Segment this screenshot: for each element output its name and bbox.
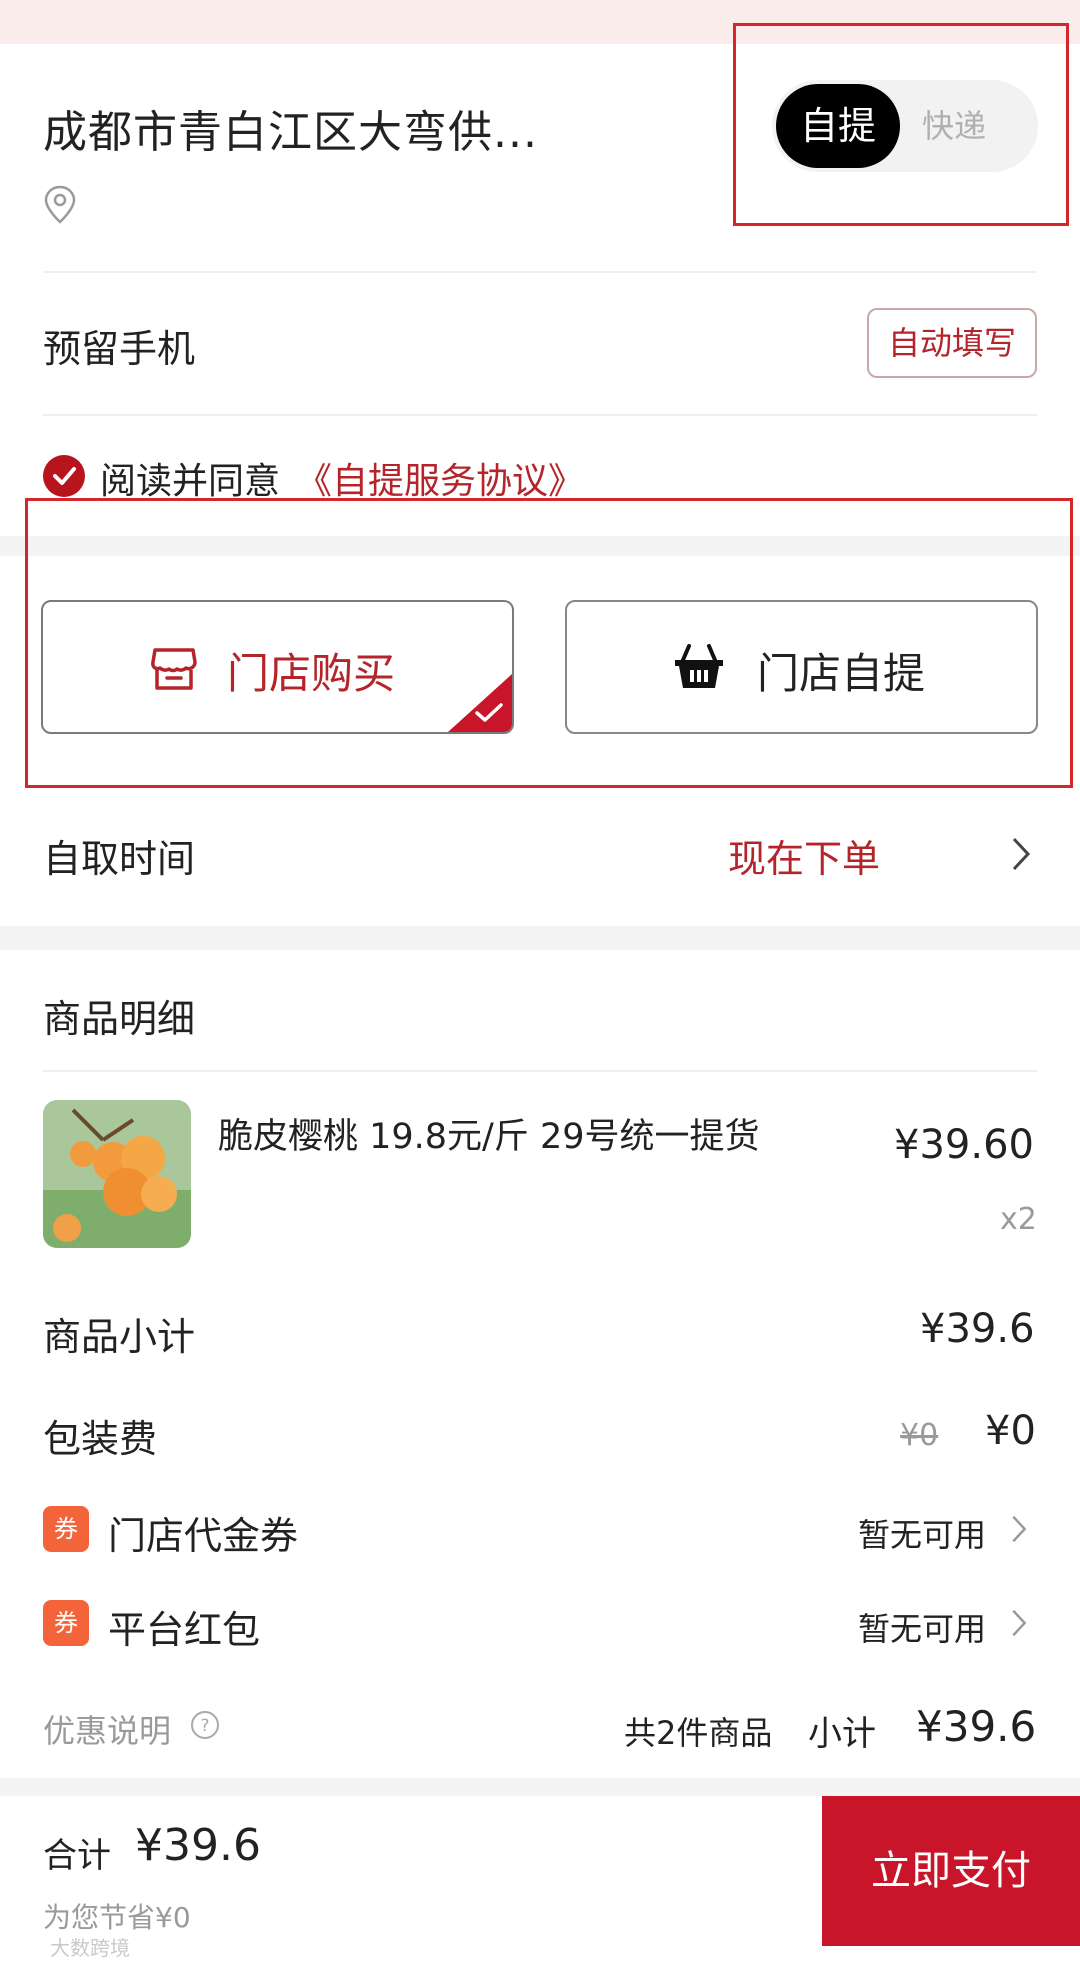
chevron-right-icon[interactable] bbox=[1010, 1514, 1028, 1544]
subtotal-label: 商品小计 bbox=[43, 1315, 196, 1359]
packing-fee-label: 包装费 bbox=[43, 1417, 158, 1461]
subtotal-value: ¥39.6 bbox=[920, 1306, 1035, 1352]
svg-text:?: ? bbox=[200, 1716, 209, 1736]
small-total-value: ¥39.6 bbox=[916, 1702, 1037, 1751]
cherry-image bbox=[43, 1100, 191, 1248]
saved-amount: 为您节省¥0 bbox=[43, 1901, 191, 1934]
highlight-box-modes bbox=[25, 498, 1073, 788]
store-coupon-value[interactable]: 暂无可用 bbox=[858, 1510, 986, 1556]
pay-now-button[interactable]: 立即支付 bbox=[822, 1796, 1080, 1946]
product-name[interactable]: 脆皮樱桃 19.8元/斤 29号统一提货 bbox=[218, 1108, 760, 1159]
agreement-link[interactable]: 《自提服务协议》 bbox=[296, 461, 584, 502]
chevron-right-icon[interactable] bbox=[1010, 836, 1032, 872]
check-icon bbox=[53, 467, 76, 485]
item-count: 共2件商品 bbox=[624, 1714, 773, 1752]
agreement-text: 阅读并同意 《自提服务协议》 bbox=[100, 452, 584, 504]
product-thumbnail[interactable] bbox=[43, 1100, 191, 1248]
agreement-checkbox[interactable] bbox=[43, 455, 85, 497]
total-label: 合计 bbox=[43, 1836, 111, 1876]
divider bbox=[43, 414, 1037, 416]
goods-title: 商品明细 bbox=[43, 997, 196, 1041]
phone-label: 预留手机 bbox=[43, 327, 196, 371]
highlight-box-toggle bbox=[733, 23, 1069, 226]
product-quantity: x2 bbox=[1000, 1202, 1037, 1237]
pickup-time-label: 自取时间 bbox=[43, 837, 196, 881]
store-address[interactable]: 成都市青白江区大弯供... bbox=[43, 96, 538, 160]
help-circle-icon[interactable]: ? bbox=[190, 1710, 220, 1740]
store-coupon-label[interactable]: 门店代金券 bbox=[108, 1505, 298, 1560]
autofill-button[interactable]: 自动填写 bbox=[867, 308, 1037, 378]
location-pin-icon bbox=[44, 185, 76, 224]
platform-redpacket-label[interactable]: 平台红包 bbox=[108, 1599, 260, 1654]
pickup-time-value[interactable]: 现在下单 bbox=[728, 828, 880, 883]
watermark-text: 大数跨境 bbox=[50, 1936, 130, 1960]
checkout-bar: 合计 ¥39.6 为您节省¥0 立即支付 大数跨境 bbox=[0, 1796, 1080, 1962]
product-price: ¥39.60 bbox=[894, 1122, 1034, 1168]
platform-redpacket-value[interactable]: 暂无可用 bbox=[858, 1604, 986, 1650]
packing-fee-original: ¥0 bbox=[900, 1418, 939, 1453]
total-value: ¥39.6 bbox=[135, 1820, 261, 1871]
chevron-right-icon[interactable] bbox=[1010, 1608, 1028, 1638]
small-total-label: 小计 bbox=[808, 1714, 876, 1754]
discount-note-label[interactable]: 优惠说明 bbox=[43, 1706, 171, 1752]
coupon-badge-icon: 券 bbox=[43, 1506, 89, 1552]
coupon-badge-icon: 券 bbox=[43, 1600, 89, 1646]
divider bbox=[43, 1070, 1037, 1072]
divider bbox=[43, 271, 1037, 273]
packing-fee-value: ¥0 bbox=[985, 1408, 1036, 1454]
agreement-prefix: 阅读并同意 bbox=[100, 461, 281, 502]
